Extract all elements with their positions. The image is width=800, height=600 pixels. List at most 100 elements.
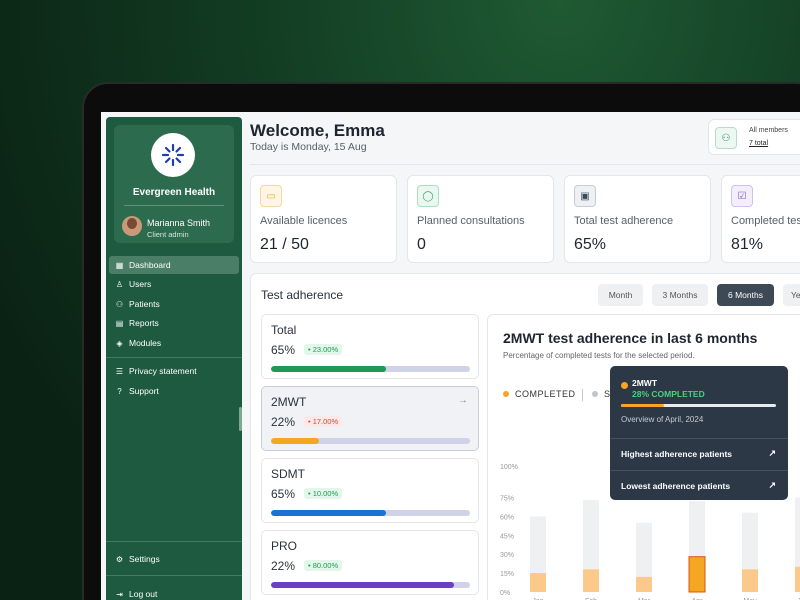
nav-label: Reports: [129, 318, 159, 328]
test-card-2mwt[interactable]: 2MWT → 22% • 17.00%: [261, 386, 479, 451]
date-text: Today is Monday, 15 Aug: [250, 141, 367, 153]
folder-icon: ▭: [260, 185, 282, 207]
lowest-adherence-link[interactable]: Lowest adherence patients ↗: [610, 470, 788, 500]
users-icon: ⚇: [115, 299, 124, 309]
nav-item-users[interactable]: ♙ Users: [109, 275, 239, 293]
app-screen: Evergreen Health Marianna Smith Client a…: [101, 112, 800, 600]
nav-item-patients[interactable]: ⚇ Patients: [109, 295, 239, 313]
nav-divider: [106, 541, 242, 542]
test-card-total[interactable]: Total 65% • 23.00%: [261, 314, 479, 379]
progress-bar: [271, 438, 470, 444]
arrow-right-icon: →: [458, 395, 468, 406]
nav-item-modules[interactable]: ◈ Modules: [109, 334, 239, 352]
period-month-button[interactable]: Month: [598, 284, 643, 306]
progress-bar: [271, 366, 470, 372]
change-badge: • 23.00%: [304, 344, 343, 355]
stat-value: 65%: [574, 236, 607, 253]
test-name: Total: [271, 323, 297, 337]
user-icon: ♙: [115, 279, 124, 289]
nav-item-support[interactable]: ? Support: [109, 382, 239, 400]
help-icon: ?: [117, 386, 122, 396]
clipboard-icon: ▣: [574, 185, 596, 207]
nav-item-dashboard[interactable]: ▦ Dashboard: [109, 256, 239, 274]
bar-completed-jun[interactable]: [795, 566, 800, 592]
progress-bar: [271, 582, 470, 588]
stat-value: 0: [417, 236, 426, 253]
arrow-up-right-icon: ↗: [768, 448, 776, 458]
progress-fill: [271, 366, 387, 372]
nav-item-settings[interactable]: ⚙ Settings: [109, 550, 239, 568]
stat-value: 21 / 50: [260, 236, 309, 253]
y-tick-label: 0%: [500, 590, 510, 597]
legend-completed[interactable]: COMPLETED: [503, 389, 576, 399]
period-6months-button[interactable]: 6 Months: [717, 284, 774, 306]
nav-item-reports[interactable]: ▤ Reports: [109, 314, 239, 332]
sidebar-collapse-handle[interactable]: [239, 407, 242, 431]
bar-completed-apr[interactable]: [688, 556, 706, 593]
members-button[interactable]: ⚇ All members 7 total: [708, 119, 800, 155]
bar-completed-may[interactable]: [742, 569, 758, 592]
nav-label: Modules: [129, 338, 162, 348]
nav-label: Settings: [129, 554, 160, 564]
tooltip-overview: Overview of April, 2024: [621, 415, 704, 424]
bar-completed-jan[interactable]: [530, 573, 546, 592]
test-card-pro[interactable]: PRO 22% • 80.00%: [261, 530, 479, 595]
nav-divider: [106, 357, 242, 358]
progress-bar: [271, 510, 470, 516]
stat-label: Planned consultations: [417, 215, 525, 227]
test-card-sdmt[interactable]: SDMT 65% • 10.00%: [261, 458, 479, 523]
stat-card-consultations: ◯ Planned consultations 0: [407, 175, 554, 263]
progress-fill: [271, 510, 387, 516]
org-card: Evergreen Health Marianna Smith Client a…: [114, 125, 234, 243]
legend-second[interactable]: S: [592, 389, 611, 399]
panel-title: Test adherence: [261, 288, 344, 302]
org-logo: [151, 133, 195, 177]
tooltip-progress: [621, 404, 776, 407]
nav-label: Privacy statement: [129, 366, 197, 376]
members-label: All members: [749, 127, 788, 134]
change-badge: • 10.00%: [304, 488, 343, 499]
test-percent: 22%: [271, 559, 296, 573]
user-name: Marianna Smith: [147, 218, 211, 228]
y-tick-label: 30%: [500, 552, 514, 559]
bar-completed-feb[interactable]: [583, 569, 599, 592]
period-year-button[interactable]: Ye: [783, 284, 800, 306]
user-role: Client admin: [147, 230, 189, 239]
tooltip-title: 2MWT: [632, 378, 658, 388]
nav-item-privacy[interactable]: ☰ Privacy statement: [109, 362, 239, 380]
chart-subtitle: Percentage of completed tests for the se…: [503, 351, 695, 360]
org-name: Evergreen Health: [132, 187, 216, 198]
stat-card-completed: ☑ Completed tes 81%: [721, 175, 800, 263]
bar-completed-mar[interactable]: [636, 576, 652, 592]
nav-item-logout[interactable]: ⇥ Log out: [109, 585, 239, 600]
avatar[interactable]: [122, 216, 142, 236]
legend-dot: [503, 391, 509, 397]
progress-fill: [271, 438, 319, 444]
y-tick-label: 75%: [500, 496, 514, 503]
nav-divider: [106, 575, 242, 576]
y-tick-label: 15%: [500, 571, 514, 578]
members-count-link[interactable]: 7 total: [749, 140, 768, 147]
logout-icon: ⇥: [116, 589, 123, 599]
y-tick-label: 45%: [500, 533, 514, 540]
legend-label: COMPLETED: [515, 389, 576, 399]
legend-divider: [582, 389, 583, 401]
page-title: Welcome, Emma: [250, 121, 385, 140]
nav-label: Dashboard: [129, 260, 171, 270]
chart-tooltip: 2MWT 28% COMPLETED Overview of April, 20…: [610, 366, 788, 500]
progress-fill: [271, 582, 455, 588]
test-name: PRO: [271, 539, 298, 553]
test-name: SDMT: [271, 467, 305, 481]
users-icon: ⚇: [715, 127, 737, 149]
link-label: Lowest adherence patients: [621, 480, 731, 491]
cube-icon: ◈: [116, 338, 123, 348]
period-3months-button[interactable]: 3 Months: [652, 284, 708, 306]
nav-label: Log out: [129, 589, 158, 599]
test-percent: 65%: [271, 343, 296, 357]
nav-label: Patients: [129, 299, 160, 309]
list-icon: ☰: [115, 366, 124, 376]
series-dot: [621, 382, 628, 389]
chat-icon: ◯: [417, 185, 439, 207]
highest-adherence-link[interactable]: Highest adherence patients ↗: [610, 438, 788, 468]
arrow-up-right-icon: ↗: [768, 480, 776, 490]
